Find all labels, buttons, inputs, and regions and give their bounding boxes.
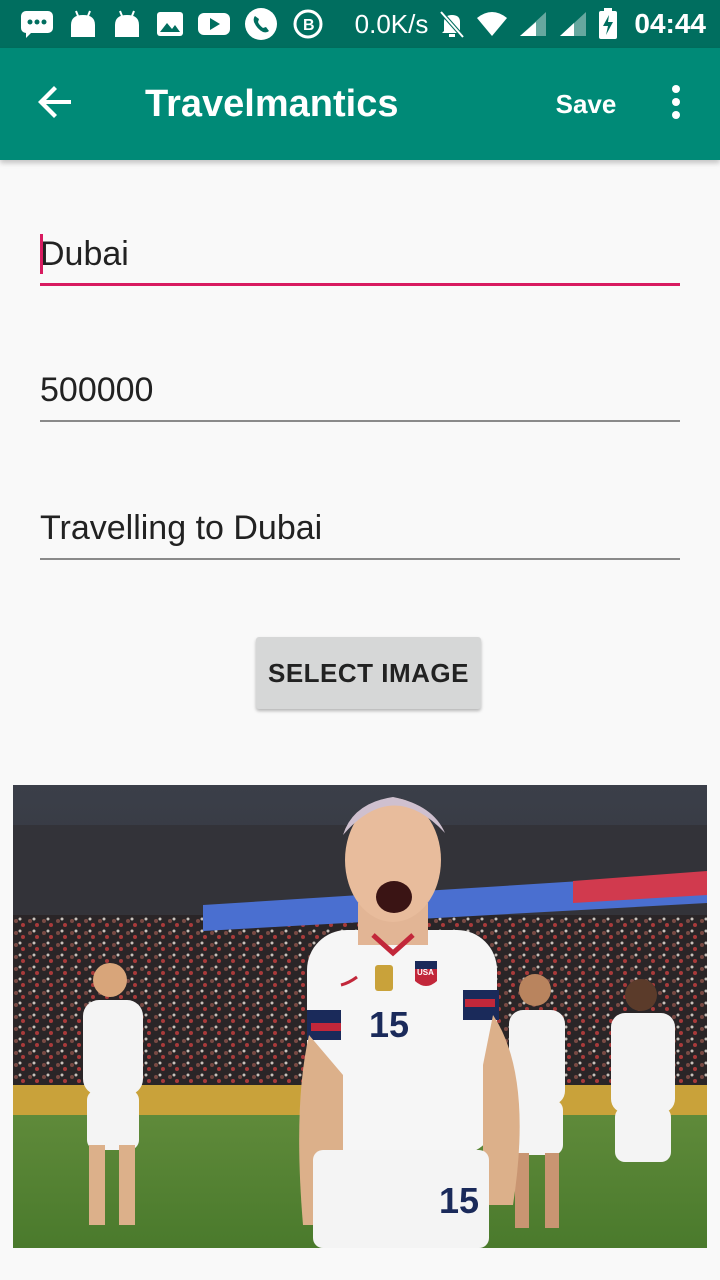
signal-icon [518,10,548,38]
title-field[interactable] [40,226,680,286]
soccer-player-photo: 15 USA 15 [13,785,707,1248]
price-field[interactable] [40,362,680,422]
title-underline [40,283,680,286]
youtube-icon [198,11,230,37]
battery-charging-icon [598,8,618,40]
save-button[interactable]: Save [540,82,632,126]
arrow-back-icon [38,84,74,125]
price-underline [40,420,680,422]
price-input[interactable] [40,362,680,418]
description-input[interactable] [40,500,680,556]
more-vert-icon [670,84,682,125]
mute-icon [438,9,466,39]
signal-icon [558,10,588,38]
app-bar: Travelmantics Save [0,48,720,160]
wifi-icon [476,10,508,38]
description-underline [40,558,680,560]
app-title: Travelmantics [145,83,399,125]
shorts-number: 15 [439,1180,479,1221]
network-speed: 0.0K/s [354,8,429,39]
description-field[interactable] [40,500,680,560]
jersey-number: 15 [369,1004,409,1045]
title-input[interactable] [40,226,680,282]
text-cursor [40,234,43,274]
messages-icon [20,9,54,39]
notification-icons: B [20,7,324,41]
system-icons: 0.0K/s 04:44 [355,8,706,40]
phone-icon [244,7,278,41]
clock: 04:44 [634,8,706,39]
svg-text:B: B [303,17,315,34]
back-button[interactable] [26,76,86,132]
jersey-badge: USA [417,968,434,977]
b-icon: B [292,8,324,40]
status-bar: B 0.0K/s 04:44 [0,0,720,48]
android-icon [112,9,142,39]
overflow-menu-button[interactable] [656,78,696,130]
select-image-button[interactable]: SELECT IMAGE [256,637,481,709]
android-icon [68,9,98,39]
selected-image: 15 USA 15 [13,785,707,1248]
image-icon [156,10,184,38]
